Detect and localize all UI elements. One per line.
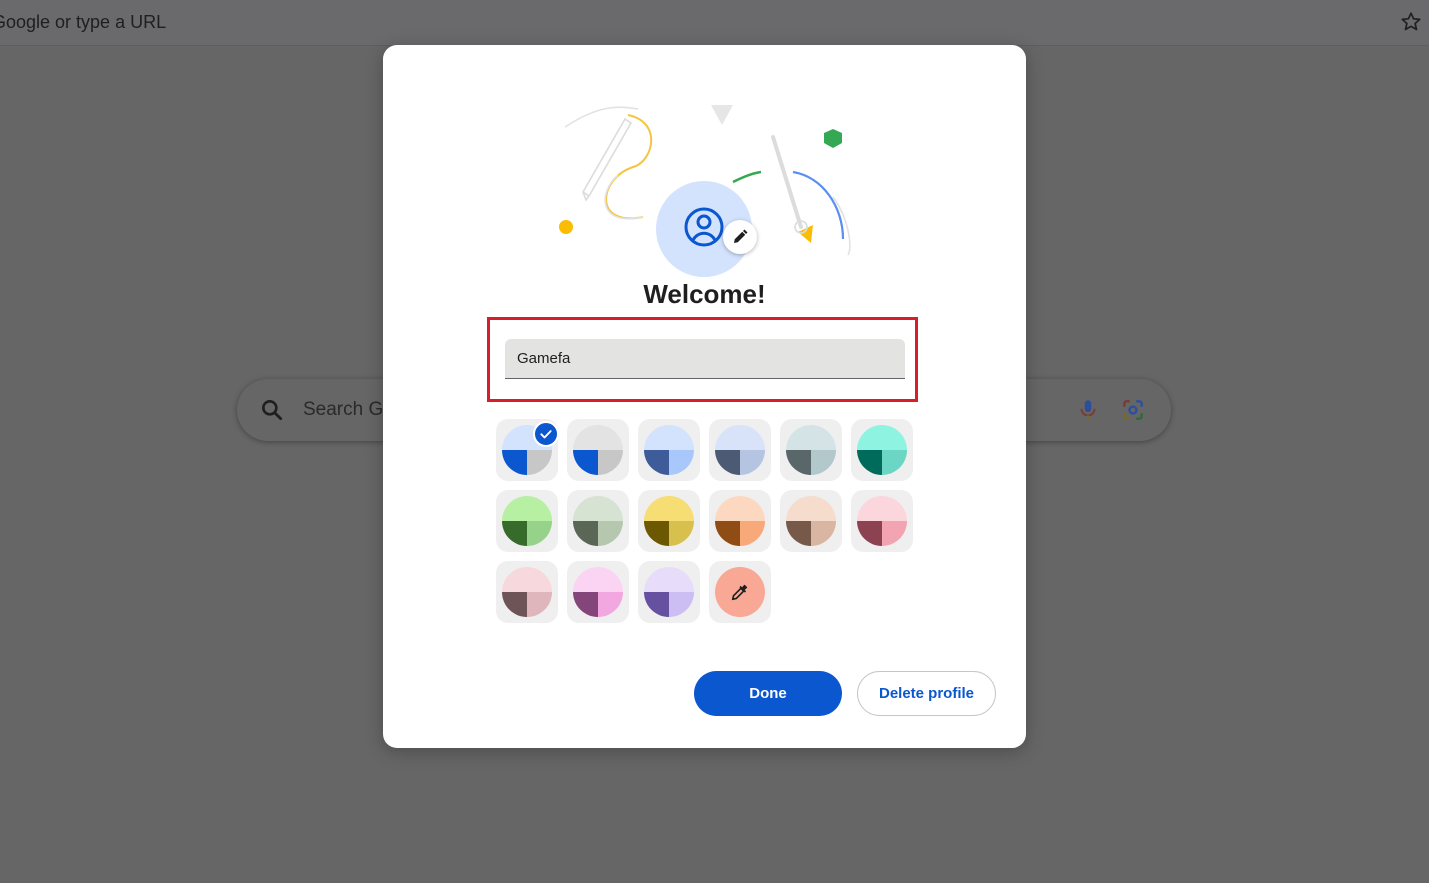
swatch-color-circle (573, 567, 623, 617)
theme-color-swatch[interactable] (709, 419, 771, 481)
swatch-color-circle (786, 496, 836, 546)
theme-color-swatch[interactable] (496, 561, 558, 623)
theme-color-swatch[interactable] (851, 419, 913, 481)
swatch-color-circle (857, 425, 907, 475)
dialog-title: Welcome! (643, 279, 766, 309)
eyedropper-icon (715, 567, 765, 617)
swatch-color-circle (644, 425, 694, 475)
theme-color-swatch[interactable] (496, 419, 559, 481)
search-icon (262, 400, 283, 421)
google-lens-icon[interactable] (1120, 397, 1146, 423)
microphone-icon[interactable] (1075, 397, 1101, 423)
swatch-color-circle (502, 567, 552, 617)
swatch-color-circle (644, 567, 694, 617)
theme-color-swatch[interactable] (567, 490, 629, 552)
address-bar[interactable]: Google or type a URL (0, 0, 1429, 46)
profile-name-input[interactable] (505, 339, 905, 379)
swatch-color-circle (857, 496, 907, 546)
swatch-color-circle (786, 425, 836, 475)
avatar-edit-button[interactable] (723, 220, 757, 254)
swatch-color-circle (715, 496, 765, 546)
pencil-icon (734, 229, 748, 243)
swatch-color-circle (573, 425, 623, 475)
search-placeholder: Search G (303, 399, 384, 420)
custom-color-button[interactable] (709, 561, 771, 623)
swatch-color-circle (644, 496, 694, 546)
welcome-illustration (559, 105, 851, 277)
theme-color-swatch[interactable] (638, 561, 700, 623)
theme-color-swatch[interactable] (709, 490, 771, 552)
checkmark-icon (533, 421, 559, 447)
done-button[interactable]: Done (694, 671, 842, 716)
swatch-color-circle (502, 496, 552, 546)
theme-color-swatch[interactable] (638, 419, 700, 481)
theme-color-swatch[interactable] (780, 419, 842, 481)
swatch-color-circle (715, 425, 765, 475)
theme-color-swatch[interactable] (780, 490, 842, 552)
theme-color-swatch[interactable] (496, 490, 558, 552)
theme-color-swatch[interactable] (567, 419, 629, 481)
delete-profile-button[interactable]: Delete profile (857, 671, 996, 716)
omnibox-text[interactable]: Google or type a URL (0, 12, 166, 33)
profile-customization-dialog: Welcome! Done Delete profile (383, 45, 1026, 748)
theme-color-swatch[interactable] (851, 490, 913, 552)
theme-color-swatch[interactable] (567, 561, 629, 623)
theme-color-swatch[interactable] (638, 490, 700, 552)
swatch-color-circle (573, 496, 623, 546)
star-outline-icon[interactable] (1399, 10, 1423, 34)
